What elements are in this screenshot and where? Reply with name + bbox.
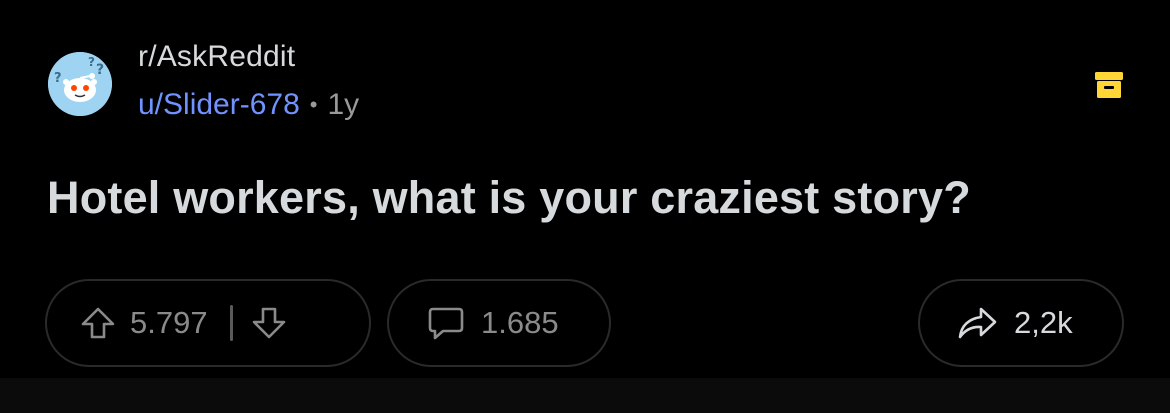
meta-separator: •	[309, 92, 318, 117]
vote-score: 5.797	[130, 305, 208, 340]
next-post-divider	[0, 378, 1170, 413]
post-title[interactable]: Hotel workers, what is your craziest sto…	[47, 172, 971, 224]
author-username[interactable]: u/Slider-678	[138, 88, 300, 122]
post-meta: u/Slider-678 • 1y	[138, 88, 359, 122]
comment-bubble-icon	[427, 305, 465, 341]
upvote-arrow-icon[interactable]	[80, 305, 116, 341]
post-age: 1y	[327, 88, 360, 121]
archive-box-icon[interactable]	[1092, 68, 1126, 102]
share-arrow-icon	[956, 305, 998, 341]
askreddit-snoo-icon: ? ? ?	[48, 52, 112, 116]
vote-bar: 5.797	[45, 279, 371, 367]
svg-text:?: ?	[54, 71, 62, 86]
comments-button[interactable]: 1.685	[387, 279, 611, 367]
svg-text:?: ?	[96, 62, 104, 78]
share-button[interactable]: 2,2k	[918, 279, 1124, 367]
post-card[interactable]: ? ? ? r/AskReddit u/Slider-678 • 1y Hote…	[0, 0, 1170, 378]
downvote-arrow-icon[interactable]	[251, 305, 287, 341]
vote-divider	[229, 305, 233, 341]
subreddit-avatar[interactable]: ? ? ?	[48, 52, 112, 116]
comments-count: 1.685	[481, 305, 559, 340]
subreddit-name[interactable]: r/AskReddit	[138, 40, 295, 74]
share-count: 2,2k	[1014, 305, 1073, 340]
svg-text:?: ?	[88, 55, 95, 69]
